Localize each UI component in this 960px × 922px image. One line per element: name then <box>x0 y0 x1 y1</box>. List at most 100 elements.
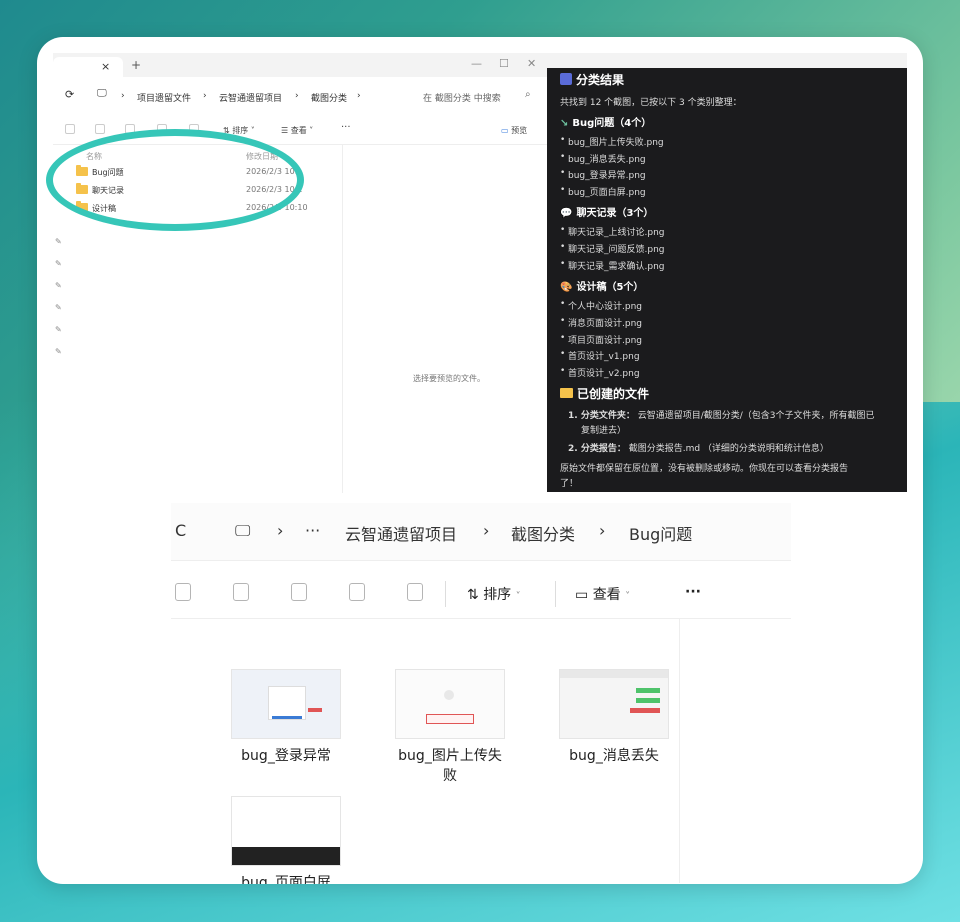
list-item: 聊天记录_上线讨论.png <box>560 225 664 238</box>
preview-pane-icon: ▭ <box>501 126 512 135</box>
list-item: 聊天记录_问题反馈.png <box>560 242 664 255</box>
upload-graphic <box>444 690 454 700</box>
tab-close-icon[interactable]: × <box>101 60 110 73</box>
copy-icon[interactable] <box>175 583 191 601</box>
view-button[interactable]: ☰ 查看 ˅ <box>281 125 313 136</box>
refresh-icon[interactable]: C <box>175 521 186 540</box>
file-name[interactable]: bug_页面白屏 <box>211 873 361 884</box>
message-graphic <box>636 688 660 693</box>
group-title-chat: 💬 聊天记录（3个） <box>560 208 654 219</box>
search-icon: ⌕ <box>525 89 531 100</box>
file-name[interactable]: bug_图片上传失败 <box>375 746 525 786</box>
this-pc-icon[interactable]: 🖵 <box>235 521 250 541</box>
rename-icon[interactable] <box>291 583 307 601</box>
address-bar: C 🖵 › ··· 云智通遗留项目 › 截图分类 › Bug问题 <box>171 503 791 561</box>
file-explorer-window: × + — ☐ ✕ ⟳ 🖵 › 项目遗留文件 › 云智通遗留项目 › 截图分类 … <box>53 53 548 493</box>
chart-icon <box>560 73 572 85</box>
list-item: bug_图片上传失败.png <box>560 135 664 148</box>
preview-hint: 选择要预览的文件。 <box>413 374 485 383</box>
file-thumbnail[interactable] <box>559 669 669 739</box>
pin-icon[interactable]: ✎ <box>55 303 62 312</box>
sort-icon: ⇅ <box>467 587 484 603</box>
title-bar: × + — ☐ ✕ <box>53 53 548 77</box>
paste-icon[interactable] <box>233 583 249 601</box>
pin-icon[interactable]: ✎ <box>55 347 62 356</box>
chevron-down-icon: ˅ <box>625 591 631 602</box>
share-icon[interactable] <box>349 583 365 601</box>
preview-label: 预览 <box>511 126 528 135</box>
message-graphic <box>636 698 660 703</box>
file-thumbnail[interactable] <box>395 669 505 739</box>
speech-bubble-icon: 💬 <box>560 208 573 219</box>
sort-button[interactable]: ⇅ 排序 ˅ <box>467 584 521 604</box>
header-graphic <box>560 670 668 678</box>
view-label: 查看 <box>592 587 621 603</box>
maximize-button[interactable]: ☐ <box>499 57 509 70</box>
breadcrumb-ellipsis[interactable]: ··· <box>305 521 320 540</box>
list-item: bug_消息丢失.png <box>560 152 646 165</box>
chevron-right-icon: › <box>295 91 299 101</box>
view-icon: ▭ <box>575 587 593 603</box>
sort-label: 排序 <box>232 126 249 135</box>
more-button[interactable]: ··· <box>685 584 701 600</box>
file-thumbnail[interactable] <box>231 669 341 739</box>
file-name[interactable]: bug_消息丢失 <box>539 746 689 766</box>
list-item: bug_页面白屏.png <box>560 185 646 198</box>
created-item-text: 截图分类报告.md （详细的分类说明和统计信息） <box>628 444 829 454</box>
pin-icon[interactable]: ✎ <box>55 325 62 334</box>
created-item: 2. 分类报告： 截图分类报告.md （详细的分类说明和统计信息） <box>568 441 829 454</box>
panel-top-strip <box>547 53 907 68</box>
new-tab-button[interactable]: + <box>131 58 141 72</box>
toolbar-divider <box>555 581 556 607</box>
sort-label: 排序 <box>483 587 512 603</box>
chevron-right-icon: › <box>357 91 361 101</box>
paste-icon[interactable] <box>95 124 105 134</box>
breadcrumb-item[interactable]: 截图分类 <box>311 91 347 104</box>
results-title: 分类结果 <box>560 71 624 88</box>
breadcrumb-item[interactable]: 截图分类 <box>511 521 575 545</box>
close-window-button[interactable]: ✕ <box>527 57 536 70</box>
toolbar-divider <box>445 581 446 607</box>
pin-icon[interactable]: ✎ <box>55 281 62 290</box>
chevron-right-icon: › <box>483 521 490 540</box>
footer-text: 原始文件都保留在原位置，没有被删除或移动。你现在可以查看分类报告 <box>560 464 849 474</box>
pin-icon[interactable]: ✎ <box>55 237 62 246</box>
created-item-text: 云智通遗留项目/截图分类/（包含3个子文件夹，所有截图已 <box>637 411 875 421</box>
group-title-bug: ↘ Bug问题（4个） <box>560 118 652 129</box>
pin-icon[interactable]: ✎ <box>55 259 62 268</box>
explorer-tab[interactable]: × <box>53 57 123 77</box>
view-button[interactable]: ▭ 查看 ˅ <box>575 584 630 604</box>
error-graphic <box>630 708 660 713</box>
chevron-right-icon: › <box>277 521 284 540</box>
command-bar: ⇅ 排序 ˅ ▭ 查看 ˅ ··· <box>171 567 791 619</box>
search-input[interactable]: 在 截图分类 中搜索 ⌕ <box>415 87 541 107</box>
chevron-down-icon: ˅ <box>515 591 521 602</box>
breadcrumb-item[interactable]: 云智通遗留项目 <box>345 521 457 545</box>
file-thumbnail[interactable] <box>231 796 341 866</box>
group-title-design: 🎨 设计稿（5个） <box>560 282 644 293</box>
delete-icon[interactable] <box>407 583 423 601</box>
copy-icon[interactable] <box>65 124 75 134</box>
highlight-ellipse <box>46 129 304 231</box>
minimize-button[interactable]: — <box>471 57 482 70</box>
breadcrumb-item[interactable]: 项目遗留文件 <box>137 91 191 104</box>
search-placeholder: 在 截图分类 中搜索 <box>423 94 501 104</box>
this-pc-icon[interactable]: 🖵 <box>97 88 107 99</box>
footer-text: 了！ <box>560 479 579 489</box>
refresh-icon[interactable]: ⟳ <box>65 88 74 101</box>
address-bar: ⟳ 🖵 › 项目遗留文件 › 云智通遗留项目 › 截图分类 › 在 截图分类 中… <box>53 77 548 115</box>
list-item: 个人中心设计.png <box>560 299 642 312</box>
list-item: 消息页面设计.png <box>560 316 642 329</box>
folder-icon <box>560 388 573 398</box>
list-item: bug_登录异常.png <box>560 168 646 181</box>
preview-button[interactable]: ▭ 预览 <box>501 125 527 136</box>
breadcrumb-item[interactable]: Bug问题 <box>629 521 692 545</box>
breadcrumb-item[interactable]: 云智通遗留项目 <box>219 91 282 104</box>
footer-graphic <box>232 847 340 865</box>
login-dialog-graphic <box>268 686 306 720</box>
list-item: 首页设计_v1.png <box>560 349 639 362</box>
more-button[interactable]: ··· <box>341 122 351 133</box>
created-files-title: 已创建的文件 <box>560 385 649 402</box>
file-name[interactable]: bug_登录异常 <box>211 746 361 766</box>
list-item: 项目页面设计.png <box>560 333 642 346</box>
